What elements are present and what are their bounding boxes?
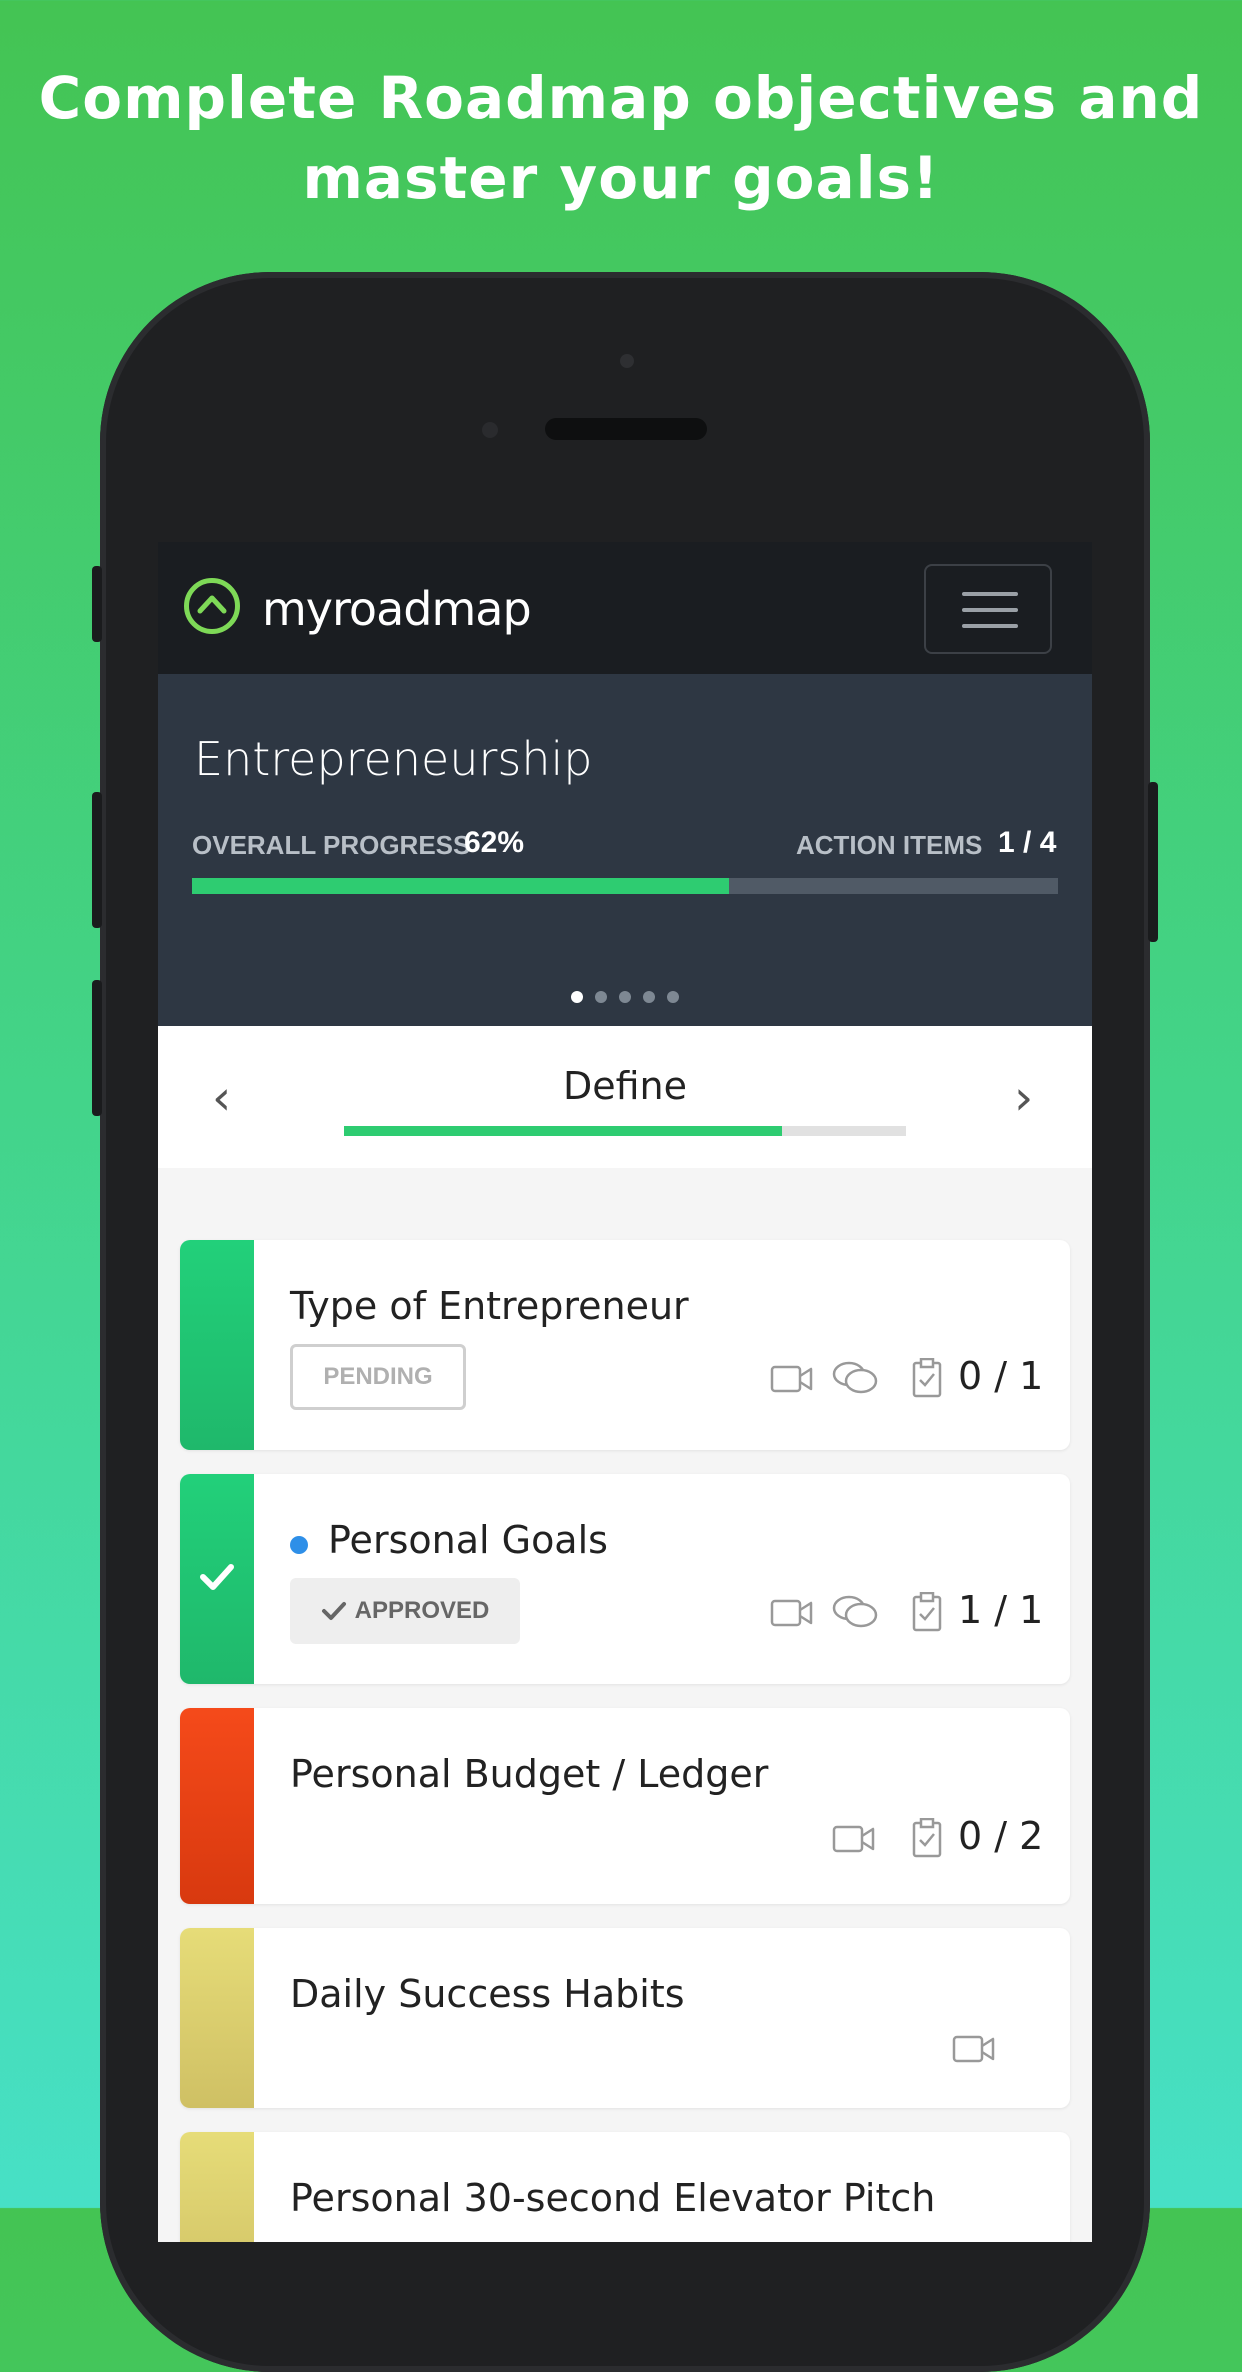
menu-bar-icon — [962, 624, 1018, 628]
stage-progress-fill — [344, 1126, 783, 1136]
mute-switch — [92, 566, 102, 642]
hamburger-menu-button[interactable] — [924, 564, 1052, 654]
clipboard-icon — [912, 1358, 942, 1398]
comments-icon — [832, 1361, 878, 1394]
overall-progress-label: OVERALL PROGRESS — [192, 830, 471, 860]
top-navbar: myroadmap — [158, 542, 1092, 674]
menu-bar-icon — [962, 592, 1018, 596]
clipboard-icon — [912, 1818, 942, 1858]
chevron-right-icon[interactable]: › — [1014, 1070, 1033, 1126]
video-icon — [770, 1365, 813, 1393]
front-camera — [620, 354, 634, 368]
stage-progress-bar — [344, 1126, 906, 1136]
action-count: 0 / 1 — [958, 1354, 1044, 1398]
volume-down-button — [92, 980, 102, 1116]
menu-bar-icon — [962, 608, 1018, 612]
headline: Complete Roadmap objectives and master y… — [0, 58, 1242, 218]
objective-title: Daily Success Habits — [290, 1972, 685, 2016]
action-items-value: 1 / 4 — [998, 826, 1057, 859]
objective-status-bar — [180, 2132, 254, 2242]
stage-selector: ‹ Define › — [158, 1026, 1092, 1168]
video-icon — [770, 1599, 813, 1627]
checkmark-icon — [200, 1564, 234, 1590]
objective-title: Personal 30-second Elevator Pitch — [290, 2176, 936, 2220]
app-screen: myroadmap Entrepreneurship OVERALL PROGR… — [158, 542, 1092, 2242]
volume-up-button — [92, 792, 102, 928]
status-badge: APPROVED — [290, 1578, 520, 1644]
roadmap-title: Entrepreneurship — [194, 732, 593, 786]
objective-card[interactable]: Personal Budget / Ledger 0 / 2 — [180, 1708, 1070, 1904]
logo-icon — [184, 578, 240, 634]
status-badge: PENDING — [290, 1344, 466, 1410]
carousel-dot[interactable] — [595, 991, 607, 1003]
logo-text: myroadmap — [262, 582, 532, 636]
carousel-dots[interactable] — [158, 990, 1092, 1008]
unread-dot — [290, 1536, 308, 1554]
objective-card[interactable]: Type of Entrepreneur PENDING 0 / 1 — [180, 1240, 1070, 1450]
objective-status-bar — [180, 1240, 254, 1450]
objective-title: Personal Budget / Ledger — [290, 1752, 769, 1796]
action-count: 1 / 1 — [958, 1588, 1044, 1632]
power-button — [1148, 782, 1158, 942]
objective-card[interactable]: Personal Goals APPROVED 1 / 1 — [180, 1474, 1070, 1684]
carousel-dot[interactable] — [571, 991, 583, 1003]
video-icon — [952, 2035, 995, 2063]
comments-icon — [832, 1595, 878, 1628]
action-count: 0 / 2 — [958, 1814, 1044, 1858]
earpiece-speaker — [545, 418, 707, 440]
overall-progress-bar — [192, 878, 1058, 894]
carousel-dot[interactable] — [667, 991, 679, 1003]
headline-line-2: master your goals! — [302, 144, 940, 212]
objective-title: Type of Entrepreneur — [290, 1284, 689, 1328]
objective-status-bar — [180, 1928, 254, 2108]
status-badge-label: APPROVED — [354, 1597, 490, 1624]
objective-status-bar — [180, 1474, 254, 1684]
carousel-dot[interactable] — [643, 991, 655, 1003]
stage-title: Define — [562, 1064, 688, 1108]
overall-progress-value: 62% — [464, 826, 525, 859]
clipboard-icon — [912, 1592, 942, 1632]
action-items-label: ACTION ITEMS — [796, 830, 983, 860]
proximity-sensor — [482, 422, 498, 438]
overall-progress-fill — [192, 878, 729, 894]
roadmap-summary[interactable]: Entrepreneurship OVERALL PROGRESS 62% AC… — [158, 674, 1092, 1026]
objective-card[interactable]: Personal 30-second Elevator Pitch — [180, 2132, 1070, 2242]
video-icon — [832, 1825, 875, 1853]
check-icon — [321, 1602, 346, 1620]
objective-card[interactable]: Daily Success Habits — [180, 1928, 1070, 2108]
carousel-dot[interactable] — [619, 991, 631, 1003]
objective-title: Personal Goals — [328, 1518, 608, 1562]
headline-line-1: Complete Roadmap objectives and — [38, 64, 1204, 132]
objective-status-bar — [180, 1708, 254, 1904]
